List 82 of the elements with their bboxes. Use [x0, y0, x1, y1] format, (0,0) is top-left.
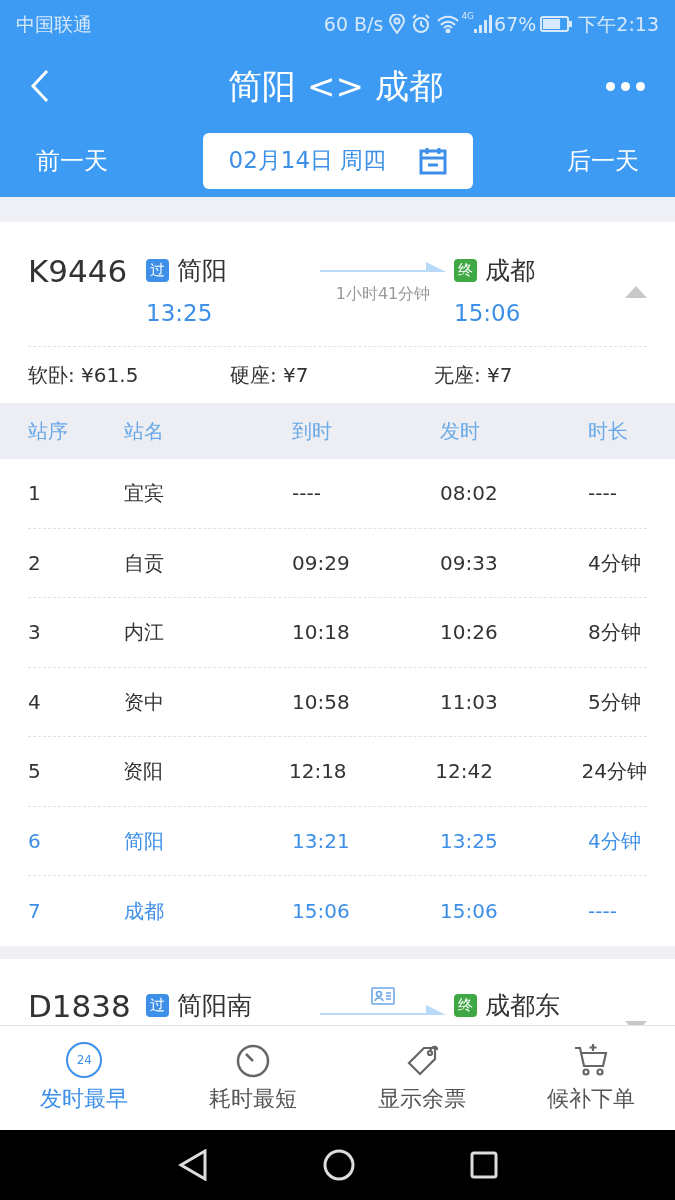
sort-tab[interactable]: 显示余票	[337, 1026, 507, 1130]
sort-tab[interactable]: 24 发时最早	[0, 1026, 169, 1130]
table-cell-text: 6	[28, 827, 42, 855]
column-header: 到时	[292, 418, 333, 445]
table-cell-text: 15:06	[292, 897, 351, 925]
table-cell-text: 简阳	[124, 827, 165, 855]
departure-station: 简阳	[177, 255, 227, 287]
previous-day-button[interactable]: 前一天	[36, 142, 108, 179]
seat-price: 硬座: ¥7	[230, 362, 310, 389]
table-cell-text: 宜宾	[124, 480, 165, 508]
table-cell-text: 24分钟	[581, 758, 647, 786]
station-badge: 过	[146, 259, 169, 283]
sort-tab[interactable]: 候补下单	[506, 1026, 675, 1130]
train-number: D1838	[28, 990, 132, 1022]
table-cell-text: 成都	[124, 897, 165, 925]
next-day-button[interactable]: 后一天	[567, 142, 639, 179]
table-cell-text: 15:06	[440, 897, 499, 925]
table-cell-text: 自贡	[124, 549, 165, 577]
table-cell-text: 4分钟	[588, 827, 642, 855]
departure-time: 13:25	[146, 298, 214, 328]
table-cell-text: 12:18	[288, 758, 348, 786]
table-cell-text: 资中	[124, 688, 165, 716]
arrival-station: 成都	[485, 255, 535, 287]
table-cell-text: 资阳	[122, 758, 164, 786]
table-cell-text: 10:18	[292, 619, 351, 647]
table-cell-text: 8分钟	[588, 619, 642, 647]
location-icon	[389, 14, 406, 34]
arrival-time: 15:06	[454, 298, 522, 328]
table-cell-text: 13:21	[292, 827, 351, 855]
recents-nav-icon[interactable]	[469, 1151, 498, 1179]
table-cell-text: 09:29	[292, 549, 351, 577]
sort-tab[interactable]: 耗时最短	[168, 1026, 338, 1130]
table-cell-text: 11:03	[440, 688, 499, 716]
network-speed: 60 B/s	[323, 11, 384, 37]
id-card-icon	[371, 986, 395, 1005]
route-title: 简阳 <> 成都	[227, 64, 444, 108]
column-header: 发时	[440, 418, 481, 445]
seat-price: 无座: ¥7	[434, 362, 514, 389]
table-cell-text: 5分钟	[588, 688, 642, 716]
table-cell-text: 3	[28, 619, 42, 647]
collapse-icon[interactable]	[625, 286, 647, 298]
table-cell-text: 12:42	[435, 758, 494, 786]
departure-station: 简阳南	[177, 989, 252, 1022]
battery-level: 67%	[494, 11, 537, 37]
arrival-station: 成都东	[485, 989, 560, 1022]
table-cell-text: 09:33	[440, 549, 499, 577]
table-cell-text: 2	[28, 549, 42, 577]
table-cell-text: 4分钟	[588, 549, 642, 577]
table-cell-text: 5	[28, 758, 42, 786]
column-header: 站序	[28, 418, 69, 445]
table-cell-text: 10:26	[440, 619, 499, 647]
calendar-icon	[418, 146, 447, 175]
wifi-icon	[437, 15, 460, 33]
table-cell-text: 内江	[124, 619, 165, 647]
cart-icon	[572, 1041, 609, 1078]
table-cell-text: 4	[28, 688, 42, 716]
train-number: K9446	[28, 256, 129, 287]
clock-time: 下午2:13	[578, 11, 659, 37]
date-picker[interactable]: 02月14日 周四	[202, 132, 473, 189]
battery-icon	[540, 16, 573, 32]
carrier-name: 中国联通	[16, 11, 92, 37]
alarm-icon	[411, 14, 432, 34]
clock-icon: 24	[66, 1041, 103, 1078]
table-cell-text: 7	[28, 897, 42, 925]
table-cell-text: 08:02	[440, 480, 499, 508]
network-type: 4G	[461, 10, 475, 23]
table-cell-text: ----	[292, 480, 322, 508]
signal-icon	[474, 15, 493, 33]
station-badge: 终	[454, 993, 477, 1017]
back-nav-icon[interactable]	[177, 1149, 208, 1181]
travel-duration: 1小时41分钟	[335, 283, 431, 305]
table-cell-text: ----	[588, 897, 618, 925]
table-cell-text: 1	[28, 480, 42, 508]
table-cell-text: ----	[588, 480, 618, 508]
station-badge: 过	[146, 993, 169, 1017]
column-header: 时长	[588, 418, 629, 445]
station-badge: 终	[454, 259, 477, 283]
table-cell-text: 13:25	[440, 827, 499, 855]
home-nav-icon[interactable]	[322, 1149, 355, 1181]
seat-price: 软卧: ¥61.5	[28, 362, 140, 389]
table-cell-text: 10:58	[292, 688, 351, 716]
column-header: 站名	[124, 418, 165, 445]
